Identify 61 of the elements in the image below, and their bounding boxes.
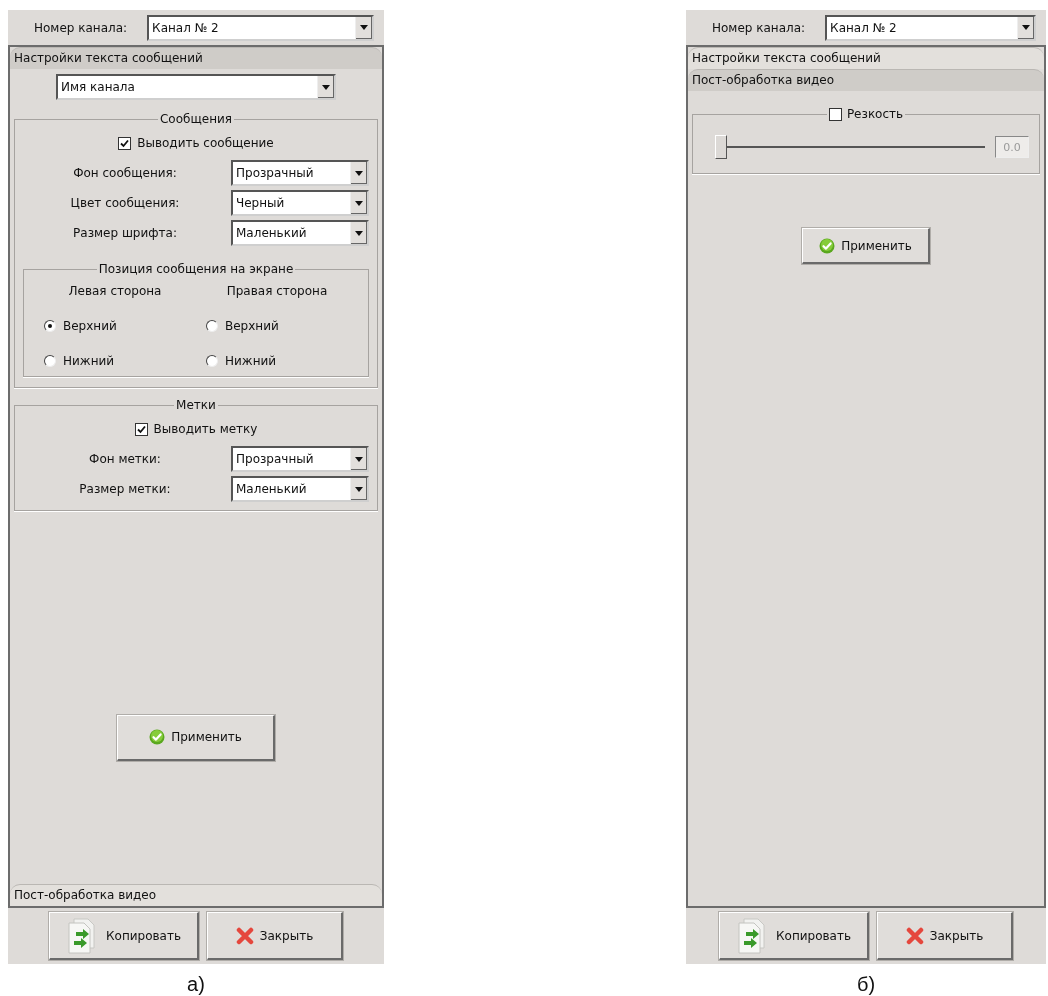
dropdown-arrow-icon <box>355 456 363 462</box>
section-header[interactable]: Настройки текста сообщений <box>688 47 1044 69</box>
field-label: Размер шрифта: <box>72 226 178 240</box>
group-title: Сообщения <box>160 112 232 126</box>
cross-icon <box>905 926 924 945</box>
apply-button[interactable]: Применить <box>802 228 930 264</box>
group-title: Позиция сообщения на экране <box>98 262 294 276</box>
radio-label: Нижний <box>225 354 277 368</box>
checkbox-label: Выводить сообщение <box>137 136 274 150</box>
dropdown-arrow-icon <box>322 84 330 90</box>
section-header[interactable]: Пост-обработка видео <box>10 884 382 906</box>
radio-button[interactable] <box>44 355 56 367</box>
radio-label: Верхний <box>63 319 117 333</box>
close-button[interactable]: Закрыть <box>207 912 343 960</box>
column-heading: Левая сторона <box>67 284 163 298</box>
figure-caption: а) <box>187 973 205 996</box>
close-button[interactable]: Закрыть <box>877 912 1013 960</box>
radio-label: Верхний <box>225 319 279 333</box>
copy-button[interactable]: Копировать <box>49 912 199 960</box>
channel-label: Номер канала: <box>711 20 807 35</box>
dropdown[interactable]: Черный <box>231 190 369 216</box>
column-heading: Правая сторона <box>225 284 329 298</box>
field-label: Фон сообщения: <box>72 166 178 180</box>
field-label: Размер метки: <box>78 482 172 496</box>
channel-dropdown[interactable]: Канал № 2 <box>825 14 1036 41</box>
dropdown[interactable]: Прозрачный <box>231 160 369 186</box>
field-label: Фон метки: <box>88 452 162 466</box>
figure-caption: б) <box>856 973 876 996</box>
channel-dropdown[interactable]: Канал № 2 <box>147 14 374 41</box>
dropdown-arrow-icon <box>355 230 363 236</box>
checkbox[interactable] <box>828 107 842 121</box>
dropdown[interactable]: Прозрачный <box>231 446 369 472</box>
checkbox-label: Выводить метку <box>153 422 258 436</box>
cross-icon <box>235 926 254 945</box>
slider-handle[interactable] <box>715 135 727 159</box>
dropdown-arrow-icon <box>355 170 363 176</box>
value-field: 0.0 <box>995 136 1029 158</box>
source-dropdown[interactable]: Имя канала <box>56 74 336 100</box>
radio-button[interactable] <box>206 355 218 367</box>
section-header[interactable]: Настройки текста сообщений <box>10 47 382 69</box>
group-title: Метки <box>176 398 216 412</box>
check-circle-icon <box>149 729 166 745</box>
dropdown-arrow-icon <box>1022 25 1030 30</box>
dropdown-arrow-icon <box>355 200 363 206</box>
dropdown-arrow-icon <box>360 25 368 30</box>
copy-button[interactable]: Копировать <box>719 912 869 960</box>
check-circle-icon <box>819 237 836 254</box>
dropdown-arrow-icon <box>355 486 363 492</box>
slider[interactable] <box>715 135 985 159</box>
radio-label: Нижний <box>63 354 115 368</box>
channel-label: Номер канала: <box>33 20 129 35</box>
checkbox[interactable] <box>118 136 132 150</box>
dropdown[interactable]: Маленький <box>231 220 369 246</box>
checkbox[interactable] <box>134 422 148 436</box>
checkbox-label: Резкость <box>846 107 904 121</box>
apply-button[interactable]: Применить <box>117 714 275 761</box>
field-label: Цвет сообщения: <box>69 196 181 210</box>
dropdown[interactable]: Маленький <box>231 476 369 502</box>
section-header[interactable]: Пост-обработка видео <box>688 69 1044 91</box>
radio-button[interactable] <box>44 320 56 332</box>
radio-button[interactable] <box>206 320 218 332</box>
